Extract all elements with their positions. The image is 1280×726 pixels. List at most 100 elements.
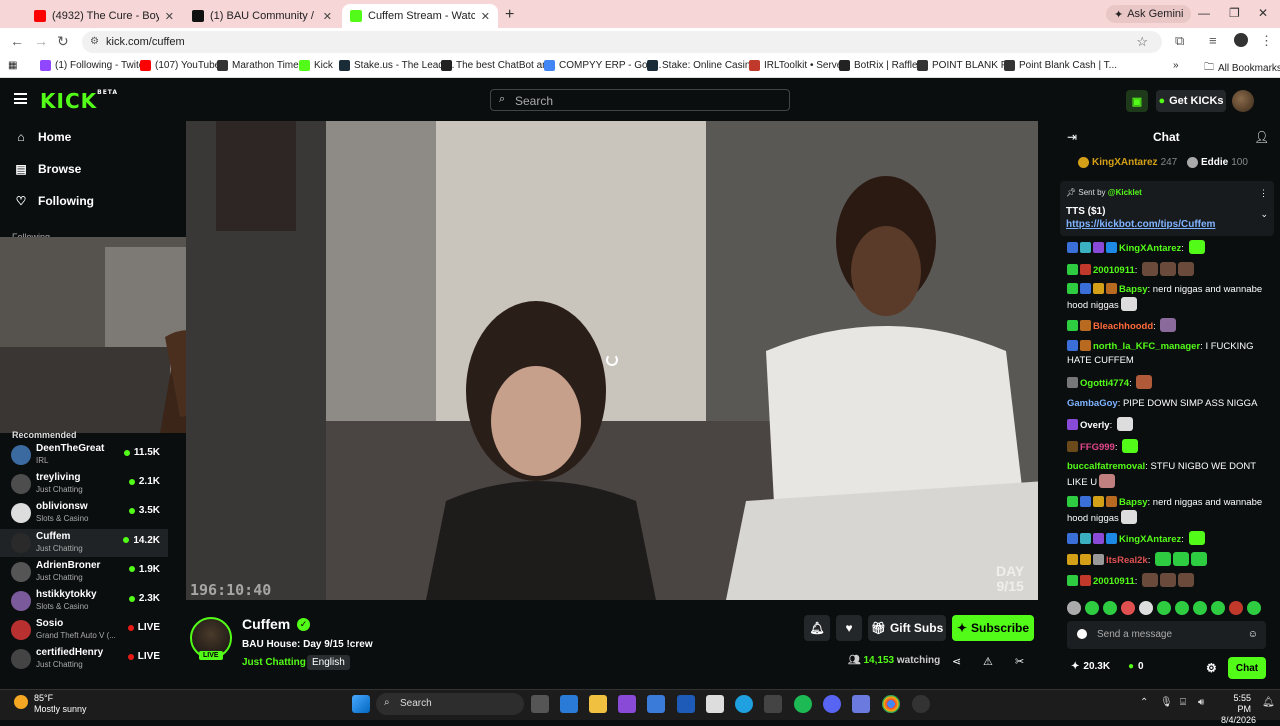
extensions-icon[interactable]: ⧉ bbox=[1175, 33, 1184, 49]
bookmark-item[interactable]: POINT BLANK PH bbox=[917, 60, 1015, 71]
site-info-icon[interactable]: ⚙ bbox=[90, 36, 99, 47]
outlook-icon[interactable] bbox=[677, 695, 695, 713]
streamer-name[interactable]: Cuffem bbox=[242, 616, 290, 632]
chat-message[interactable]: buccalfatremoval: STFU NIGBO WE DONT LIK… bbox=[1067, 460, 1267, 490]
chat-message[interactable]: 20010911: bbox=[1067, 262, 1267, 278]
profile-avatar[interactable] bbox=[1234, 33, 1248, 47]
notification-bell-button[interactable]: 🔔︎ bbox=[804, 615, 830, 641]
microphone-icon[interactable]: 🎙︎ bbox=[1160, 697, 1173, 708]
more-options-icon[interactable]: ⋮ bbox=[1259, 188, 1268, 199]
kick-logo[interactable]: KICKBETA bbox=[40, 89, 118, 113]
menu-kebab-icon[interactable]: ⋮ bbox=[1260, 33, 1273, 49]
sidebar-item-browse[interactable]: ▤ Browse bbox=[14, 162, 81, 176]
recommended-channel[interactable]: DeenTheGreat IRL 11.5K bbox=[0, 441, 168, 469]
bookmark-item[interactable]: The best ChatBot an... bbox=[441, 60, 556, 71]
edge-icon[interactable] bbox=[735, 695, 753, 713]
tray-overflow-icon[interactable]: ⌃ bbox=[1140, 697, 1148, 708]
task-view-icon[interactable] bbox=[531, 695, 549, 713]
quick-emote-icon[interactable] bbox=[1067, 601, 1081, 615]
user-avatar[interactable] bbox=[1232, 90, 1254, 112]
weather-widget[interactable]: 85°F Mostly sunny bbox=[14, 693, 87, 715]
recommended-channel[interactable]: treyliving Just Chatting 2.1K bbox=[0, 470, 168, 498]
bookmark-star-icon[interactable]: ☆ bbox=[1136, 34, 1148, 50]
channel-points[interactable]: ✦ 20.3K bbox=[1071, 661, 1110, 672]
rewards-icon[interactable]: ▣ bbox=[1126, 90, 1148, 112]
bookmark-item[interactable]: Marathon Timer bbox=[217, 60, 302, 71]
chat-username[interactable]: buccalfatremoval bbox=[1067, 461, 1145, 472]
recommended-channel[interactable]: hstikkytokky Slots & Casino 2.3K bbox=[0, 587, 168, 615]
maximize-icon[interactable]: ❐ bbox=[1229, 6, 1240, 20]
close-window-icon[interactable]: ✕ bbox=[1258, 6, 1268, 20]
all-bookmarks-folder[interactable]: 🗀 All Bookmarks bbox=[1204, 60, 1280, 77]
bookmark-item[interactable]: Kick bbox=[299, 60, 333, 71]
forward-icon[interactable]: → bbox=[34, 33, 48, 49]
chat-message[interactable]: GambaGoy: PIPE DOWN SIMP ASS NIGGA bbox=[1067, 397, 1267, 411]
chat-users-icon[interactable]: 👤︎ bbox=[1254, 130, 1269, 144]
copilot-icon[interactable] bbox=[618, 695, 636, 713]
quick-emote-icon[interactable] bbox=[1121, 601, 1135, 615]
chat-username[interactable]: ItsReal2k bbox=[1106, 555, 1148, 566]
get-kicks-button[interactable]: ● Get KICKs bbox=[1156, 90, 1226, 112]
report-icon[interactable]: ⚠ bbox=[983, 655, 993, 668]
app-icon-2[interactable] bbox=[852, 695, 870, 713]
chat-message[interactable]: Ogotti4774: bbox=[1067, 375, 1267, 391]
sidebar-item-following[interactable]: ♡ Following bbox=[14, 194, 94, 208]
hamburger-menu-icon[interactable] bbox=[14, 93, 27, 104]
url-field[interactable]: ⚙ kick.com/cuffem ☆ bbox=[82, 31, 1162, 53]
chat-message[interactable]: Bapsy: nerd niggas and wannabe hood nigg… bbox=[1067, 283, 1267, 313]
browser-tab[interactable]: (4932) The Cure - Boys Don't Cry✕ bbox=[26, 4, 182, 28]
close-tab-icon[interactable]: ✕ bbox=[323, 10, 332, 23]
quick-emote-icon[interactable] bbox=[1229, 601, 1243, 615]
chat-message[interactable]: ItsReal2k: bbox=[1067, 552, 1267, 568]
chat-username[interactable]: KingXAntarez bbox=[1119, 243, 1181, 254]
chat-message[interactable]: KingXAntarez: bbox=[1067, 240, 1267, 256]
bookmark-item[interactable]: BotRix | Raffles bbox=[839, 60, 923, 71]
language-tag[interactable]: English bbox=[307, 655, 350, 670]
close-tab-icon[interactable]: ✕ bbox=[165, 10, 174, 23]
bookmark-item[interactable]: IRLToolkit • Server bbox=[749, 60, 846, 71]
chat-username[interactable]: KingXAntarez bbox=[1119, 534, 1181, 545]
chat-message[interactable]: Overly: bbox=[1067, 417, 1267, 433]
collapse-chat-icon[interactable]: ⇥ bbox=[1067, 130, 1077, 144]
browser-tab[interactable]: (1) BAU Community / X ✕ bbox=[184, 4, 340, 28]
top-gifter-2[interactable]: Eddie 100 bbox=[1187, 157, 1248, 168]
share-icon[interactable]: ⋖ bbox=[952, 655, 961, 668]
quick-emote-icon[interactable] bbox=[1211, 601, 1225, 615]
chat-username[interactable]: north_la_KFC_manager bbox=[1093, 341, 1200, 352]
recommended-channel[interactable]: Cuffem Just Chatting 14.2K bbox=[0, 528, 168, 557]
chat-message[interactable]: KingXAntarez: bbox=[1067, 531, 1267, 547]
clip-icon[interactable]: ✂ bbox=[1015, 655, 1024, 668]
chat-send-button[interactable]: Chat bbox=[1228, 657, 1266, 679]
quick-emote-icon[interactable] bbox=[1157, 601, 1171, 615]
follow-heart-button[interactable]: ♥ bbox=[836, 615, 862, 641]
chevron-down-icon[interactable]: ⌄ bbox=[1260, 209, 1268, 220]
subscribe-button[interactable]: ✦ Subscribe bbox=[952, 615, 1034, 641]
discord-icon[interactable] bbox=[823, 695, 841, 713]
spotify-icon[interactable] bbox=[794, 695, 812, 713]
notifications-icon[interactable]: 🔔︎ bbox=[1262, 697, 1275, 708]
browser-tab[interactable]: Cuffem Stream - Watch Live on Kick✕ bbox=[342, 4, 498, 28]
bookmark-item[interactable]: (1) Following - Twitch bbox=[40, 60, 149, 71]
obs-icon[interactable] bbox=[912, 695, 930, 713]
new-tab-button[interactable]: + bbox=[505, 6, 514, 24]
kicks-balance[interactable]: ● 0 bbox=[1128, 661, 1144, 672]
quick-emote-icon[interactable] bbox=[1247, 601, 1261, 615]
chat-username[interactable]: Bapsy bbox=[1119, 497, 1148, 508]
chat-message[interactable]: Bleachhoodd: bbox=[1067, 318, 1267, 334]
widgets-icon[interactable] bbox=[560, 695, 578, 713]
chat-username[interactable]: Bleachhoodd bbox=[1093, 321, 1153, 332]
volume-icon[interactable]: 🔊︎ bbox=[1198, 697, 1204, 708]
bookmarks-overflow-icon[interactable]: » bbox=[1173, 60, 1179, 71]
search-input[interactable]: ⌕ Search bbox=[490, 89, 790, 111]
recommended-channel[interactable]: oblivionsw Slots & Casino 3.5K bbox=[0, 499, 168, 527]
chat-username[interactable]: Ogotti4774 bbox=[1080, 378, 1129, 389]
chat-message[interactable]: 20010911: bbox=[1067, 573, 1267, 589]
capcut-icon[interactable] bbox=[764, 695, 782, 713]
network-icon[interactable]: ⌸ bbox=[1180, 697, 1186, 708]
chat-message-input[interactable]: Send a message ☺ bbox=[1067, 621, 1266, 649]
chat-message[interactable]: Bapsy: nerd niggas and wannabe hood nigg… bbox=[1067, 496, 1267, 526]
chat-username[interactable]: GambaGoy bbox=[1067, 398, 1118, 409]
chat-username[interactable]: 20010911 bbox=[1093, 265, 1135, 276]
top-gifter-1[interactable]: KingXAntarez 247 bbox=[1078, 157, 1177, 168]
store-icon[interactable] bbox=[647, 695, 665, 713]
